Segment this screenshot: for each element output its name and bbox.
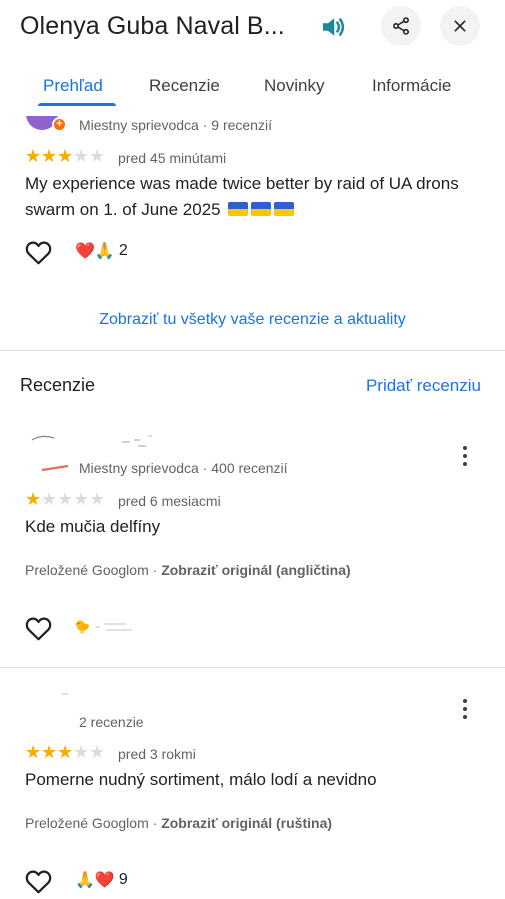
reaction-emojis: ❤️🙏 — [75, 243, 115, 260]
section-divider — [0, 350, 505, 351]
reaction-count: 2 — [118, 242, 128, 259]
own-review-author-meta: Miestny sprievodca · 9 recenzií — [79, 117, 272, 133]
review-text: Kde mučia delfíny — [25, 517, 161, 536]
share-button[interactable] — [381, 6, 421, 46]
reaction-emojis: 🙏❤️ — [75, 872, 115, 889]
tab-news[interactable]: Novinky — [264, 76, 324, 96]
review-more-button[interactable] — [462, 699, 468, 719]
volume-icon[interactable] — [318, 12, 348, 42]
like-heart-icon[interactable] — [25, 869, 52, 894]
review-stars: ★ ★ ★ ★ ★ — [25, 489, 106, 509]
review-age: pred 6 mesiacmi — [118, 493, 221, 509]
reaction-emojis: 🐤 — [74, 619, 91, 634]
review-divider — [0, 667, 505, 668]
ukraine-flag-icon — [228, 202, 249, 216]
share-icon — [393, 17, 409, 35]
translated-note: Preložené Googlom · Zobraziť originál (r… — [25, 815, 333, 831]
page-title: Olenya Guba Naval B... — [20, 12, 285, 40]
reviews-section-title: Recenzie — [20, 375, 96, 395]
reaction-count: 9 — [118, 871, 128, 888]
close-icon — [454, 20, 466, 32]
own-review-text: My experience was made twice better by r… — [25, 174, 459, 219]
review-stars: ★ ★ ★ ★ ★ — [25, 742, 106, 762]
tab-info[interactable]: Informácie — [372, 76, 451, 96]
show-original-link[interactable]: Zobraziť originál (angličtina) — [161, 562, 351, 578]
reviewer-avatar[interactable] — [60, 690, 80, 700]
review-more-button[interactable] — [462, 446, 468, 466]
active-tab-indicator — [38, 103, 116, 106]
scroll-content[interactable]: + Miestny sprievodca · 9 recenzií ★ ★ ★ ★ ★ … — [0, 0, 505, 899]
own-review-stars: ★ ★ ★ ★ ★ — [25, 146, 106, 166]
like-heart-icon[interactable] — [25, 616, 52, 641]
add-review-button[interactable]: Pridať recenziu — [366, 376, 481, 396]
tab-overview[interactable]: Prehľad — [43, 76, 103, 96]
own-review-reactions[interactable]: ❤️🙏 2 — [75, 241, 128, 261]
show-original-link[interactable]: Zobraziť originál (ruština) — [161, 815, 332, 831]
like-heart-icon[interactable] — [25, 240, 52, 265]
review-reactions[interactable]: 🙏❤️ 9 — [75, 870, 128, 890]
tab-bar: Prehľad Recenzie Novinky Informácie — [0, 66, 505, 106]
tab-reviews[interactable]: Recenzie — [149, 76, 220, 96]
reaction-count — [96, 623, 133, 631]
close-button[interactable] — [440, 6, 480, 46]
local-guide-badge-icon: + — [52, 117, 67, 132]
place-header: Olenya Guba Naval B... Prehľad Recenzie … — [0, 0, 505, 116]
show-all-reviews-link[interactable]: Zobraziť tu všetky vaše recenzie a aktua… — [0, 311, 505, 329]
ukraine-flag-icon — [274, 202, 295, 216]
own-review-age: pred 45 minútami — [118, 150, 227, 166]
review-reactions[interactable]: 🐤 — [74, 619, 138, 635]
translated-note: Preložené Googlom · Zobraziť originál (a… — [25, 562, 351, 578]
review-age: pred 3 rokmi — [118, 746, 196, 762]
review-author-meta: 2 recenzie — [79, 714, 144, 730]
review-author-meta: Miestny sprievodca · 400 recenzií — [79, 460, 288, 476]
review-text: Pomerne nudný sortiment, málo lodí a nev… — [25, 770, 377, 789]
ukraine-flag-icon — [251, 202, 272, 216]
